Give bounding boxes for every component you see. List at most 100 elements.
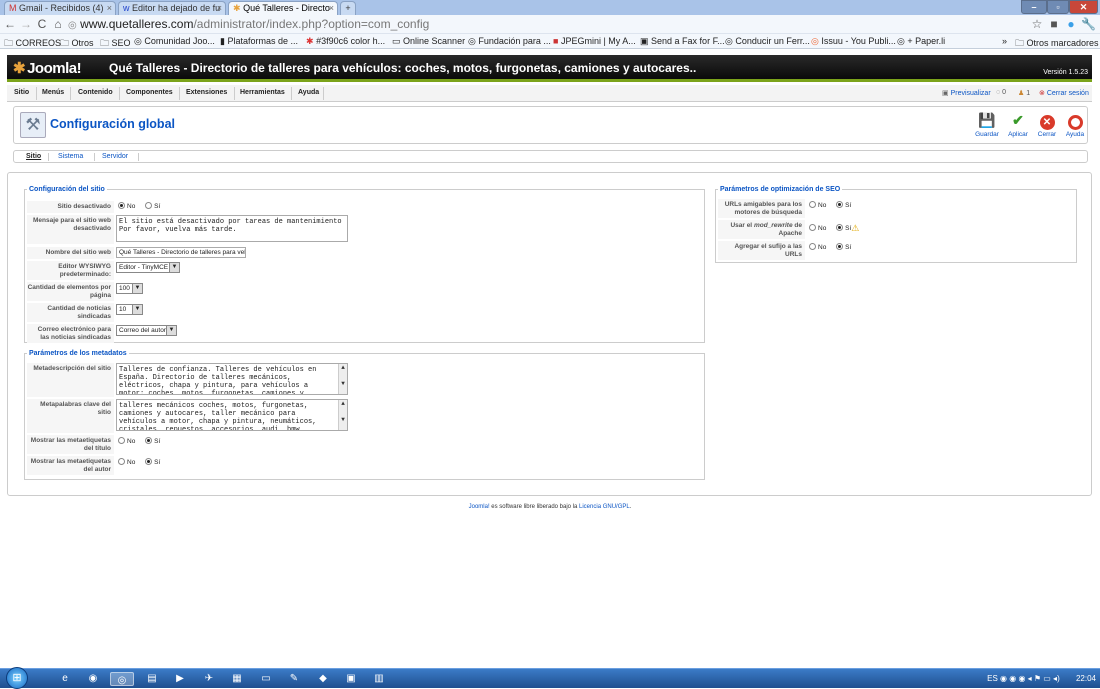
- close-tab-icon[interactable]: ×: [107, 3, 112, 13]
- bookmark-comunidad[interactable]: ◎ Comunidad Joo...: [134, 36, 215, 47]
- rewrite-label-a: Usar el: [730, 222, 754, 229]
- app-icon[interactable]: ◆: [314, 672, 332, 686]
- back-icon[interactable]: ←: [3, 17, 17, 31]
- bookmark-conducir[interactable]: ◎ Conducir un Ferr...: [725, 36, 810, 47]
- meta-description-textarea[interactable]: Talleres de confianza. Talleres de vehíc…: [116, 363, 348, 395]
- list-limit-select[interactable]: 100 ▼: [116, 283, 143, 294]
- extension-icon[interactable]: ■: [1047, 17, 1061, 31]
- star-icon[interactable]: ☆: [1030, 17, 1044, 31]
- bookmark-label: CORREOS: [15, 38, 62, 48]
- bookmark-color[interactable]: ✱ #3f90c6 color h...: [306, 36, 385, 47]
- tab-separator: [94, 153, 95, 161]
- scrollbar[interactable]: ▲ ▼: [338, 364, 347, 394]
- chrome-icon[interactable]: ◎: [110, 672, 134, 686]
- license-link[interactable]: Licencia GNU/GPL: [579, 504, 630, 510]
- messages-count[interactable]: ◌ 0: [996, 89, 1006, 96]
- logout-link[interactable]: ⊗ Cerrar sesión: [1039, 89, 1089, 97]
- bookmark-paperli[interactable]: ◎ + Paper.li: [897, 36, 945, 47]
- clock[interactable]: 22:04: [1076, 674, 1096, 683]
- sef-yes-radio[interactable]: [836, 201, 844, 208]
- issuu-icon: ◎: [811, 36, 819, 46]
- ie-icon[interactable]: e: [56, 672, 74, 686]
- start-button[interactable]: ⊞: [6, 667, 28, 689]
- forward-icon[interactable]: →: [19, 17, 33, 31]
- bookmark-fax[interactable]: ▣ Send a Fax for F...: [640, 36, 725, 47]
- editor-select[interactable]: Editor - TinyMCE ▼: [116, 262, 180, 273]
- minimize-button[interactable]: –: [1021, 0, 1047, 14]
- menu-extensiones[interactable]: Extensiones: [186, 89, 227, 96]
- tab-sitio[interactable]: Sitio: [26, 153, 41, 160]
- close-window-button[interactable]: ✕: [1069, 0, 1098, 14]
- tray-icons[interactable]: ◉ ◉ ◉ ◂ ⚑ ▭ ◂): [1000, 674, 1060, 683]
- meta-keywords-textarea[interactable]: talleres mecánicos coches, motos, furgon…: [116, 399, 348, 431]
- suffix-yes-radio[interactable]: [836, 243, 844, 250]
- bookmark-issuu[interactable]: ◎ Issuu - You Publi...: [811, 36, 896, 47]
- bookmark-correos[interactable]: 🗀 CORREOS: [4, 36, 61, 52]
- bookmark-online-scanner[interactable]: ▭ Online Scanner: [392, 36, 465, 47]
- scrollbar[interactable]: ▲ ▼: [338, 400, 347, 430]
- feed-limit-select[interactable]: 10 ▼: [116, 304, 143, 315]
- sef-no-radio[interactable]: [809, 201, 816, 208]
- rewrite-no-radio[interactable]: [809, 224, 816, 231]
- bookmark-plataformas[interactable]: ▮ Plataformas de ...: [220, 36, 298, 47]
- menu-menus[interactable]: Menús: [42, 89, 64, 96]
- feed-email-select[interactable]: Correo del autor ▼: [116, 325, 177, 336]
- app2-icon[interactable]: ▣: [342, 672, 360, 686]
- menu-ayuda[interactable]: Ayuda: [298, 89, 319, 96]
- maximize-button[interactable]: ▫: [1047, 0, 1069, 14]
- feed-email-label: Correo electrónico para las noticias sin…: [27, 324, 114, 343]
- sitename-input[interactable]: Qué Talleres - Directorio de talleres pa…: [116, 247, 246, 258]
- url-domain: www.quetalleres.com: [80, 17, 194, 31]
- new-tab-button[interactable]: +: [340, 1, 356, 15]
- firefox-icon[interactable]: ◉: [84, 672, 102, 686]
- tab-sistema[interactable]: Sistema: [58, 153, 83, 160]
- app3-icon[interactable]: ▥: [370, 672, 388, 686]
- tab-quetalleres[interactable]: ✱ Qué Talleres - Directo ×: [228, 1, 338, 15]
- close-button[interactable]: ✕ Cerrar: [1033, 111, 1061, 138]
- menu-herramientas[interactable]: Herramientas: [240, 89, 285, 96]
- language-indicator[interactable]: ES: [987, 674, 998, 683]
- bookmarks-overflow-icon[interactable]: »: [1002, 36, 1007, 46]
- bookmark-otros-marcadores[interactable]: 🗀 Otros marcadores: [1015, 36, 1099, 52]
- tab-servidor[interactable]: Servidor: [102, 153, 128, 160]
- reload-icon[interactable]: C: [35, 17, 49, 31]
- messenger-icon[interactable]: ✈: [200, 672, 218, 686]
- tool-icon[interactable]: ✎: [285, 672, 303, 686]
- joomla-link[interactable]: Joomla!: [469, 504, 490, 510]
- bookmark-jpegmini[interactable]: ■ JPEGmini | My A...: [553, 36, 636, 46]
- radio-label: No: [818, 225, 827, 232]
- home-icon[interactable]: ⌂: [51, 17, 65, 31]
- offline-no-radio[interactable]: [118, 202, 125, 209]
- apply-button[interactable]: ✔ Aplicar: [1004, 111, 1032, 138]
- menu-contenido[interactable]: Contenido: [78, 89, 113, 96]
- rewrite-yes-radio[interactable]: [836, 224, 844, 231]
- meta-title-no-radio[interactable]: [118, 437, 125, 444]
- preview-link[interactable]: ▣ Previsualizar: [942, 89, 991, 97]
- meta-title-yes-radio[interactable]: [145, 437, 153, 444]
- close-tab-icon[interactable]: ×: [329, 3, 334, 13]
- offline-yes-radio[interactable]: [145, 202, 153, 209]
- extension-dot-icon[interactable]: ●: [1064, 17, 1078, 31]
- menu-sitio[interactable]: Sitio: [14, 89, 29, 96]
- close-tab-icon[interactable]: ×: [217, 3, 222, 13]
- menu-componentes[interactable]: Componentes: [126, 89, 173, 96]
- save-button[interactable]: 💾 Guardar: [973, 111, 1001, 138]
- users-count[interactable]: ♟ 1: [1018, 89, 1030, 97]
- bookmark-otros[interactable]: 🗀 Otros: [60, 36, 94, 52]
- calendar-icon[interactable]: ▦: [228, 672, 246, 686]
- offline-message-textarea[interactable]: El sitio está desactivado por tareas de …: [116, 215, 348, 242]
- bookmark-seo[interactable]: 🗀 SEO: [100, 36, 131, 52]
- help-button[interactable]: Ayuda: [1061, 111, 1089, 138]
- meta-author-yes-radio[interactable]: [145, 458, 153, 465]
- suffix-no-radio[interactable]: [809, 243, 816, 250]
- tab-editor[interactable]: w Editor ha dejado de fu ×: [118, 1, 226, 15]
- tab-gmail[interactable]: M Gmail - Recibidos (4) ×: [4, 1, 116, 15]
- wrench-icon[interactable]: 🔧: [1081, 17, 1096, 31]
- media-player-icon[interactable]: ▶: [171, 672, 189, 686]
- explorer-icon[interactable]: ▤: [143, 672, 161, 686]
- address-bar[interactable]: ◎ www.quetalleres.com/administrator/inde…: [68, 17, 1042, 32]
- meta-author-no-radio[interactable]: [118, 458, 125, 465]
- toolbar-box: ⚒ Configuración global 💾 Guardar ✔ Aplicar…: [13, 106, 1088, 144]
- notes-icon[interactable]: ▭: [257, 672, 275, 686]
- bookmark-fundacion[interactable]: ◎ Fundación para ...: [468, 36, 551, 47]
